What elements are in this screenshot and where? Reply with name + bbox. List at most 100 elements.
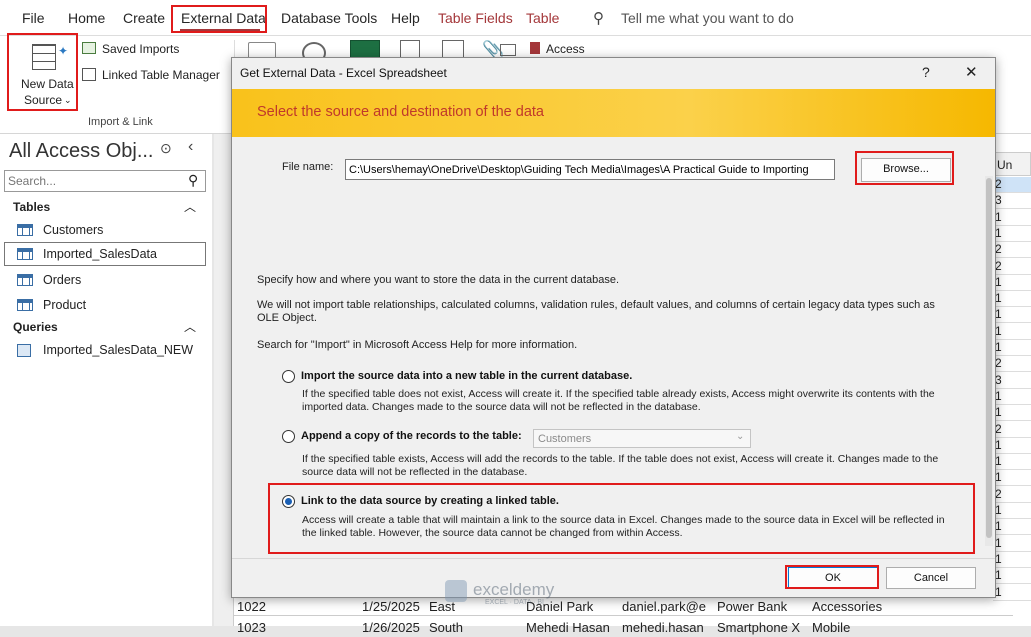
grid-cell[interactable]: 1 [993, 307, 1031, 324]
highlight-ok [785, 565, 879, 589]
collapse-pane-icon[interactable]: ‹ [188, 138, 193, 156]
grid-cell[interactable]: 1 [993, 454, 1031, 471]
nav-dropdown-icon[interactable]: ⊙ [160, 140, 172, 157]
grid-cell[interactable]: 1 [993, 470, 1031, 487]
table-icon [17, 224, 33, 236]
grid-cell[interactable]: 2 [993, 177, 1031, 193]
grid-cell[interactable]: 1 [993, 405, 1031, 422]
grid-cell[interactable]: 3 [993, 373, 1031, 389]
access-label[interactable]: Access [546, 42, 585, 56]
exceldemy-logo-icon [445, 580, 467, 602]
linked-table-manager-label: Linked Table Manager [102, 68, 220, 82]
queries-header[interactable]: Queries [13, 320, 58, 334]
active-tab-underline [180, 29, 260, 31]
help-icon[interactable]: ? [922, 64, 930, 80]
tables-header[interactable]: Tables [13, 200, 50, 214]
search-icon: ⚲ [188, 172, 199, 188]
tell-me-box[interactable]: Tell me what you want to do [621, 10, 794, 26]
highlight-link-option [268, 483, 975, 554]
option-append-desc: If the specified table exists, Access wi… [302, 453, 939, 478]
table-row[interactable]: 1022 1/25/2025 East Daniel Park daniel.p… [234, 596, 1013, 616]
access-icon [530, 42, 540, 54]
grid-cell[interactable]: 1 [993, 503, 1031, 519]
grid-cell[interactable]: 3 [993, 193, 1031, 210]
table-icon [17, 299, 33, 311]
nav-title: All Access Obj... [9, 140, 154, 162]
watermark-name: exceldemy [473, 580, 555, 599]
specify-text: Specify how and where you want to store … [257, 274, 620, 286]
query-icon [17, 344, 31, 357]
dialog-banner: Select the source and destination of the… [232, 89, 995, 137]
get-external-data-dialog: Get External Data - Excel Spreadsheet ? … [231, 57, 996, 598]
linked-table-manager-button[interactable]: Linked Table Manager [82, 68, 232, 86]
grid-cell[interactable]: 1 [993, 324, 1031, 340]
menu-create[interactable]: Create [123, 10, 165, 26]
linked-table-icon [82, 68, 96, 81]
grid-cell[interactable]: 1 [993, 210, 1031, 226]
grid-cell[interactable]: 2 [993, 422, 1031, 438]
cancel-button[interactable]: Cancel [886, 567, 976, 589]
note-text: We will not import table relationships, … [257, 299, 935, 324]
append-table-select[interactable]: Customers ⌄ [533, 429, 751, 448]
grid-cell[interactable]: 1 [993, 226, 1031, 242]
highlight-new-data-source [7, 33, 78, 111]
chevron-up-icon[interactable]: ︿ [184, 318, 196, 335]
scrollbar-thumb[interactable] [986, 178, 992, 538]
grid-cell[interactable]: 1 [993, 552, 1031, 568]
saved-imports-label: Saved Imports [102, 42, 180, 56]
nav-search-input[interactable] [8, 173, 178, 189]
menu-table-fields[interactable]: Table Fields [438, 10, 513, 26]
nav-search-box[interactable]: ⚲ [4, 170, 206, 192]
grid-cell[interactable]: 1 [993, 389, 1031, 405]
menu-help[interactable]: Help [391, 10, 420, 26]
column-header-un[interactable]: Un [993, 152, 1031, 176]
menu-database-tools[interactable]: Database Tools [281, 10, 377, 26]
menu-file[interactable]: File [22, 10, 45, 26]
grid-cell[interactable]: 1 [993, 438, 1031, 454]
nav-item-label: Imported_SalesData [43, 247, 157, 261]
nav-item-imported-salesdata[interactable]: Imported_SalesData [4, 242, 206, 266]
dialog-title: Get External Data - Excel Spreadsheet [240, 66, 447, 80]
email-icon[interactable] [500, 44, 516, 56]
grid-cell[interactable]: 2 [993, 259, 1031, 275]
grid-cell[interactable]: 1 [993, 568, 1031, 585]
file-name-input[interactable] [345, 159, 835, 180]
scrollbar[interactable] [985, 176, 993, 546]
close-icon[interactable]: ✕ [965, 63, 978, 81]
chevron-down-icon: ⌄ [736, 431, 745, 442]
option-import-desc: If the specified table does not exist, A… [302, 388, 935, 413]
watermark-tag: EXCEL · DATA · BI [485, 599, 544, 606]
grid-cell[interactable]: 1 [993, 275, 1031, 291]
navigation-pane: All Access Obj... ⊙ ‹ ⚲ Tables ︿ Custome… [0, 134, 212, 626]
saved-imports-icon [82, 42, 96, 54]
table-icon [17, 248, 33, 260]
nav-item-query[interactable]: Imported_SalesData_NEW [0, 341, 210, 361]
saved-imports-button[interactable]: Saved Imports [82, 42, 232, 60]
radio-append-records[interactable] [282, 430, 295, 443]
nav-item-orders[interactable]: Orders [0, 271, 210, 291]
help-search-text: Search for "Import" in Microsoft Access … [257, 339, 578, 351]
option-append-title: Append a copy of the records to the tabl… [301, 430, 522, 442]
grid-cell[interactable]: 1 [993, 536, 1031, 552]
nav-item-product[interactable]: Product [0, 296, 210, 316]
table-icon [17, 274, 33, 286]
chevron-up-icon[interactable]: ︿ [184, 198, 196, 215]
grid-cell[interactable]: 2 [993, 356, 1031, 373]
grid-cell[interactable]: 1 [993, 291, 1031, 308]
nav-item-label: Imported_SalesData_NEW [43, 343, 194, 357]
grid-cell[interactable]: 2 [993, 242, 1031, 259]
grid-cell[interactable]: 1 [993, 340, 1031, 356]
nav-item-label: Product [43, 298, 87, 312]
nav-item-customers[interactable]: Customers [0, 221, 210, 241]
visible-rows: 1022 1/25/2025 East Daniel Park daniel.p… [234, 596, 1031, 635]
radio-import-new-table[interactable] [282, 370, 295, 383]
table-row[interactable]: 1023 1/26/2025 South Mehedi Hasan mehedi… [234, 617, 1013, 637]
menu-bar: File Home Create External Data Database … [0, 0, 1031, 36]
banner-text: Select the source and destination of the… [257, 104, 544, 120]
highlight-browse [855, 151, 954, 185]
menu-home[interactable]: Home [68, 10, 105, 26]
file-name-label: File name: [282, 161, 334, 173]
menu-table[interactable]: Table [526, 10, 559, 26]
grid-cell[interactable]: 2 [993, 487, 1031, 503]
grid-cell[interactable]: 1 [993, 519, 1031, 536]
